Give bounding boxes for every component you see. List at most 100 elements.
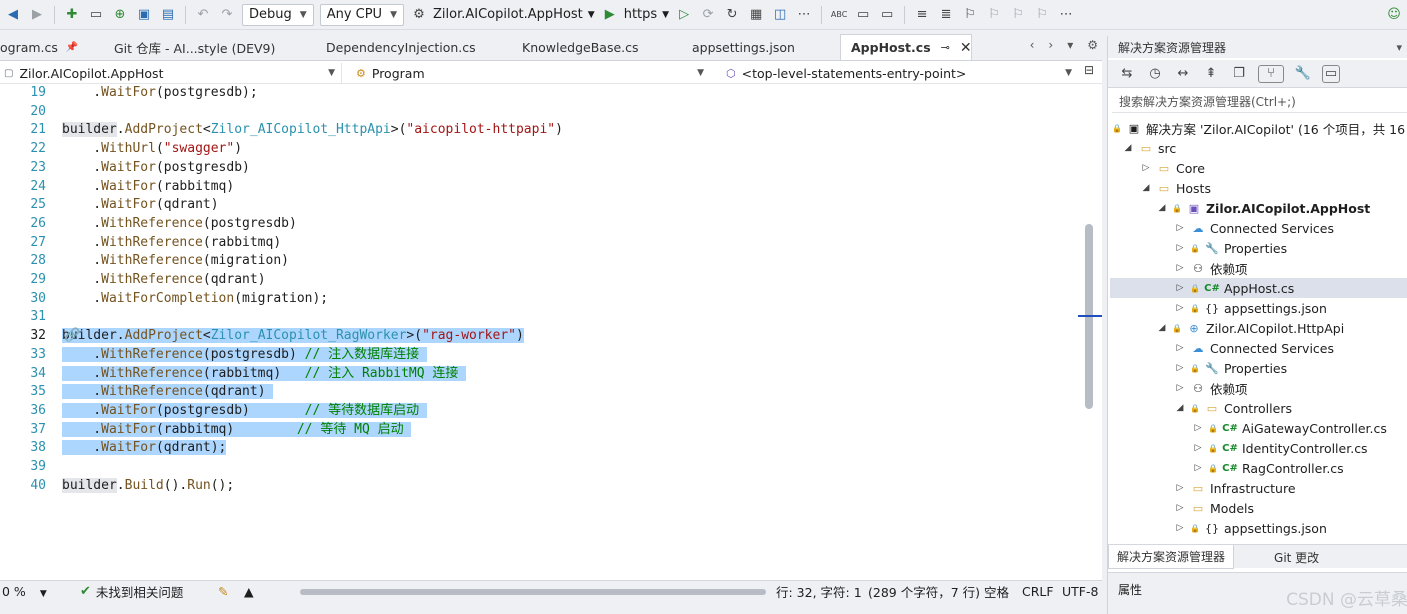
horizontal-scrollbar-thumb[interactable] — [300, 589, 766, 595]
next-bookmark-icon[interactable]: ⚐ — [1009, 6, 1027, 24]
member-dropdown[interactable]: ⬡ <top-level-statements-entry-point> ▼ — [726, 63, 1078, 83]
undo-icon[interactable]: ↶ — [194, 6, 212, 24]
clear-bookmark-icon[interactable]: ⚐ — [1033, 6, 1051, 24]
tree-models[interactable]: ▷ ▭ Models — [1174, 498, 1255, 518]
browse-folder-icon[interactable]: ▦ — [747, 6, 765, 24]
pin-icon[interactable]: ⊸ — [941, 41, 950, 54]
code-editor[interactable]: 19 .WaitFor(postgresdb); 20 21 builder.Ad… — [0, 84, 1102, 580]
bookmark-icon[interactable]: ⚐ — [961, 6, 979, 24]
new-project-icon[interactable]: ✚ — [63, 6, 81, 24]
save-icon[interactable]: ▣ — [135, 6, 153, 24]
tree-properties[interactable]: ▷ 🔒 🔧 Properties — [1174, 238, 1288, 258]
tree-connected-services[interactable]: ▷ ☁ Connected Services — [1174, 218, 1334, 238]
tab-apphost[interactable]: AppHost.cs ⊸ ✕ — [840, 34, 972, 60]
collapsed-icon[interactable]: ▷ — [1174, 263, 1186, 273]
outdent-icon[interactable]: ≣ — [937, 6, 955, 24]
collapsed-icon[interactable]: ▷ — [1140, 163, 1152, 173]
spell-check-icon[interactable]: ABC — [830, 6, 848, 24]
tree-identity-controller[interactable]: ▷ 🔒 C# IdentityController.cs — [1192, 438, 1368, 458]
expanded-icon[interactable]: ◢ — [1140, 183, 1152, 193]
tree-controllers[interactable]: ◢ 🔒 ▭ Controllers — [1174, 398, 1292, 418]
tab-program[interactable]: ogram.cs 📌 — [0, 34, 80, 60]
chevron-left-icon[interactable]: ‹ — [1030, 38, 1035, 52]
tree-hosts[interactable]: ◢ ▭ Hosts — [1140, 178, 1211, 198]
collapsed-icon[interactable]: ▷ — [1174, 343, 1186, 353]
forward-icon[interactable]: ▶ — [28, 6, 46, 24]
type-dropdown[interactable]: ⚙ Program ▼ — [356, 63, 710, 83]
tab-git-changes[interactable]: Git 更改 — [1234, 545, 1327, 569]
tab-solution-explorer[interactable]: 解决方案资源管理器 — [1108, 545, 1235, 569]
tree-apphost-project[interactable]: ◢ 🔒 ▣ Zilor.AICopilot.AppHost — [1156, 198, 1371, 218]
collapse-icon[interactable]: ⇞ — [1202, 65, 1220, 83]
collapsed-icon[interactable]: ▷ — [1174, 503, 1186, 513]
copilot-icon[interactable]: ☺ — [1385, 5, 1403, 23]
collapsed-icon[interactable]: ▷ — [1192, 423, 1204, 433]
project-dropdown[interactable]: ▢ Zilor.AICopilot.AppHost ▼ — [4, 63, 342, 83]
tree-solution[interactable]: 🔒 ▣ 解决方案 'Zilor.AICopilot' (16 个项目，共 16 个) — [1112, 118, 1407, 138]
tab-knowledge-base[interactable]: KnowledgeBase.cs — [492, 34, 662, 60]
panel-dropdown-icon[interactable]: ▾ — [1396, 41, 1402, 54]
whitespace-indicator[interactable]: 空格 — [984, 582, 1009, 601]
tree-dependencies[interactable]: ▷ ⚇ 依赖项 — [1174, 378, 1248, 398]
back-forward-icon[interactable]: ↔ — [1174, 65, 1192, 83]
collapsed-icon[interactable]: ▷ — [1174, 363, 1186, 373]
collapsed-icon[interactable]: ▷ — [1174, 223, 1186, 233]
run-button[interactable]: ▶ https ▼ — [601, 6, 669, 24]
new-file-icon[interactable]: ▭ — [87, 6, 105, 24]
tab-dropdown-icon[interactable]: ▾ — [1067, 38, 1073, 52]
refresh-icon[interactable]: ↻ — [723, 6, 741, 24]
redo-icon[interactable]: ↷ — [218, 6, 236, 24]
preview-icon[interactable]: ▭ — [1322, 64, 1340, 83]
tree-connected-services[interactable]: ▷ ☁ Connected Services — [1174, 338, 1334, 358]
platform-dropdown[interactable]: Any CPU ▼ — [319, 3, 404, 26]
back-icon[interactable]: ◀ — [4, 6, 22, 24]
hot-reload-icon[interactable]: ⟳ — [699, 6, 717, 24]
tree-httpapi-project[interactable]: ◢ 🔒 ⊕ Zilor.AICopilot.HttpApi — [1156, 318, 1345, 338]
add-item-icon[interactable]: ⊕ — [111, 6, 129, 24]
split-window-icon[interactable]: ⊟ — [1084, 63, 1094, 77]
uncomment-icon[interactable]: ▭ — [878, 6, 896, 24]
expanded-icon[interactable]: ◢ — [1156, 203, 1168, 213]
link-icon[interactable]: 🔗 — [64, 328, 80, 343]
window-layout-icon[interactable]: ◫ — [771, 6, 789, 24]
comment-icon[interactable]: ▭ — [854, 6, 872, 24]
gear-icon[interactable]: ⚙ — [1087, 38, 1098, 52]
indent-icon[interactable]: ≡ — [913, 6, 931, 24]
expanded-icon[interactable]: ◢ — [1174, 403, 1186, 413]
more-icon[interactable]: ⋯ — [795, 6, 813, 24]
pin-icon[interactable]: 📌 — [66, 42, 78, 53]
start-without-debugging-icon[interactable]: ▷ — [675, 6, 693, 24]
line-ending-indicator[interactable]: CRLF — [1022, 584, 1054, 599]
zoom-dropdown[interactable]: 0 % ▼ — [2, 584, 47, 599]
collapsed-icon[interactable]: ▷ — [1174, 523, 1186, 533]
startup-project-selector[interactable]: ⚙ Zilor.AICopilot.AppHost ▼ — [410, 6, 595, 24]
tree-rag-controller[interactable]: ▷ 🔒 C# RagController.cs — [1192, 458, 1344, 478]
tab-appsettings[interactable]: appsettings.json — [662, 34, 840, 60]
close-icon[interactable]: ✕ — [960, 40, 972, 56]
more-icon[interactable]: ⋯ — [1057, 6, 1075, 24]
chevron-up-icon[interactable]: ▲ — [244, 584, 254, 599]
show-all-files-icon[interactable]: ❐ — [1230, 65, 1248, 83]
tree-src[interactable]: ◢ ▭ src — [1122, 138, 1177, 158]
tab-dependency-injection[interactable]: DependencyInjection.cs — [294, 34, 492, 60]
tree-dependencies[interactable]: ▷ ⚇ 依赖项 — [1174, 258, 1248, 278]
prev-bookmark-icon[interactable]: ⚐ — [985, 6, 1003, 24]
wrench-icon[interactable]: 🔧 — [1294, 65, 1312, 83]
chevron-right-icon[interactable]: › — [1048, 38, 1053, 52]
history-icon[interactable]: ◷ — [1146, 65, 1164, 83]
cursor-position[interactable]: 行: 32, 字符: 1 — [776, 582, 862, 601]
collapsed-icon[interactable]: ▷ — [1174, 483, 1186, 493]
brush-icon[interactable]: ✎ — [218, 584, 228, 599]
tree-apphost-cs[interactable]: ▷ 🔒 C# AppHost.cs — [1110, 278, 1407, 298]
save-all-icon[interactable]: ▤ — [159, 6, 177, 24]
issues-indicator[interactable]: ✔ 未找到相关问题 — [80, 582, 183, 601]
tree-core[interactable]: ▷ ▭ Core — [1140, 158, 1205, 178]
collapsed-icon[interactable]: ▷ — [1174, 283, 1186, 293]
tree-infrastructure[interactable]: ▷ ▭ Infrastructure — [1174, 478, 1296, 498]
collapsed-icon[interactable]: ▷ — [1174, 303, 1186, 313]
collapsed-icon[interactable]: ▷ — [1174, 383, 1186, 393]
configuration-dropdown[interactable]: Debug ▼ — [242, 3, 314, 26]
collapsed-icon[interactable]: ▷ — [1192, 443, 1204, 453]
tree-properties[interactable]: ▷ 🔒 🔧 Properties — [1174, 358, 1288, 378]
encoding-indicator[interactable]: UTF-8 — [1062, 584, 1098, 599]
